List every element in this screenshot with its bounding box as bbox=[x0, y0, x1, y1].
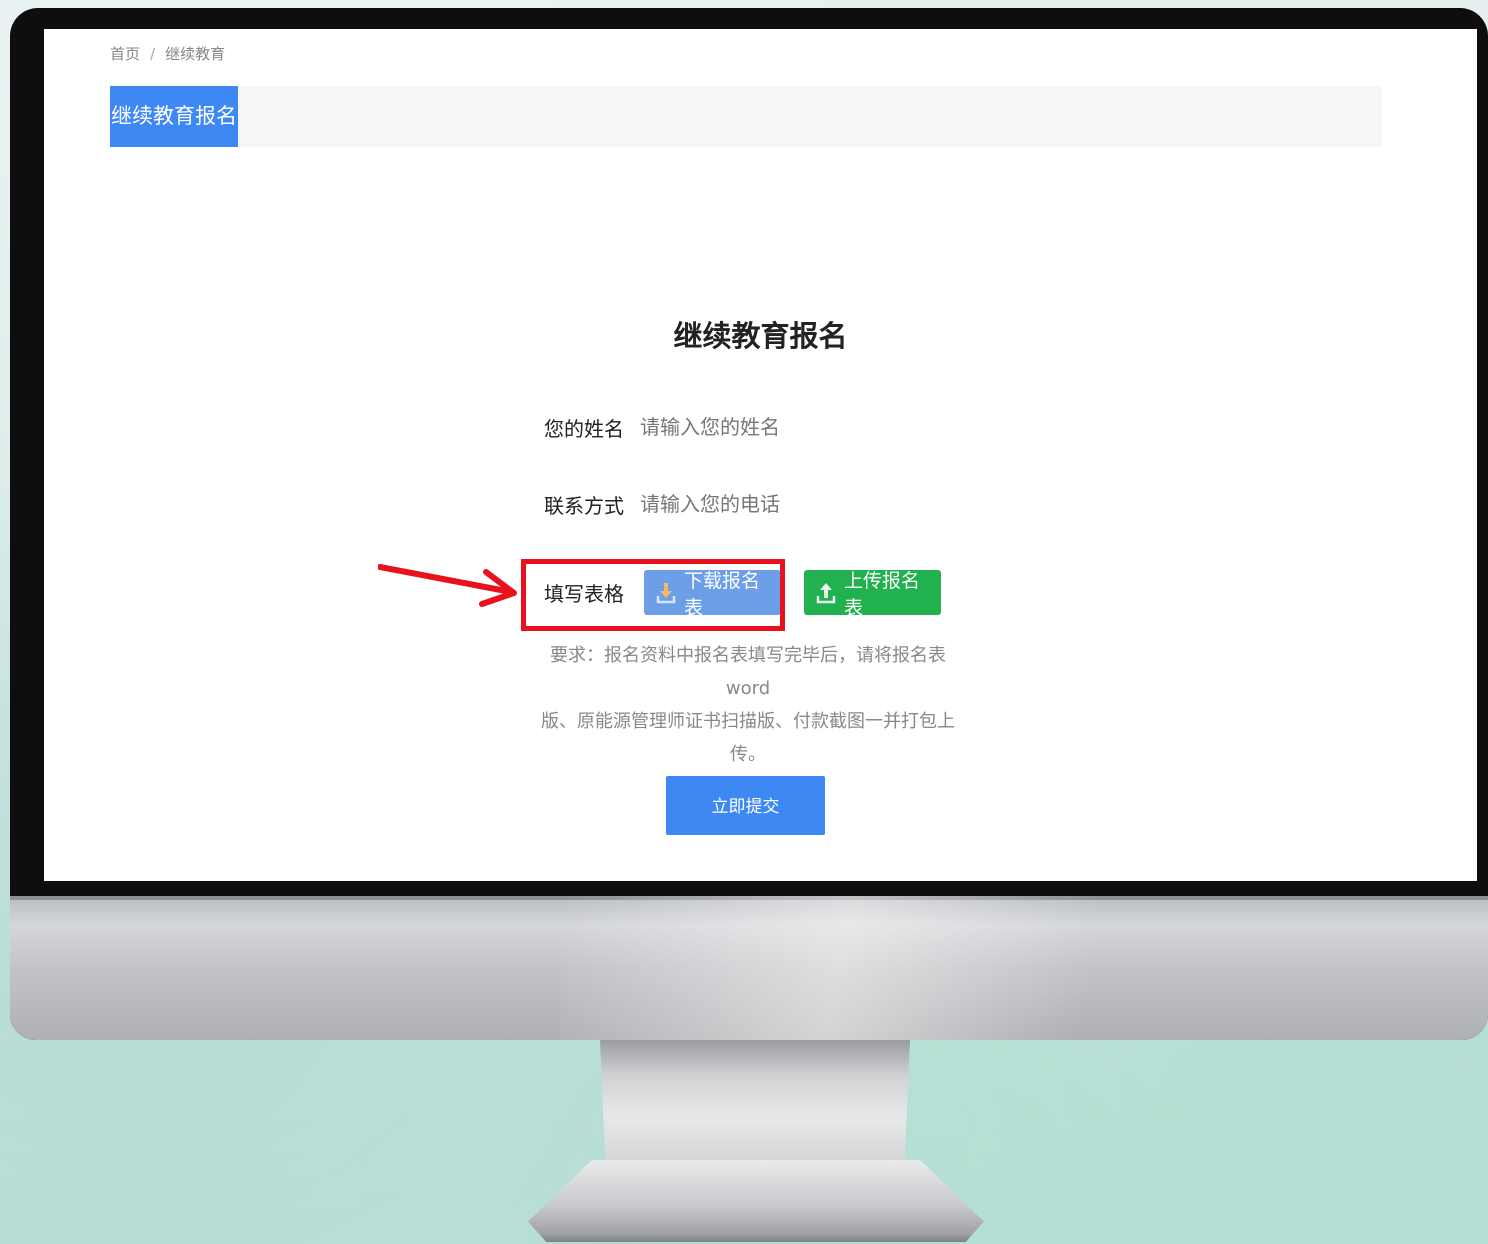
breadcrumb-current[interactable]: 继续教育 bbox=[165, 45, 225, 63]
breadcrumb-separator: / bbox=[150, 45, 156, 63]
monitor-stand-base bbox=[528, 1160, 984, 1242]
tab-bar: 继续教育报名 bbox=[110, 86, 1382, 147]
requirement-note: 要求：报名资料中报名表填写完毕后，请将报名表word 版、原能源管理师证书扫描版… bbox=[528, 639, 968, 771]
phone-label: 联系方式 bbox=[544, 493, 624, 518]
tab-continuing-education-registration[interactable]: 继续教育报名 bbox=[110, 86, 238, 147]
monitor-frame: 首页/继续教育 继续教育报名 继续教育报名 您的姓名 联系方式 填写表格 bbox=[10, 8, 1488, 1040]
breadcrumb: 首页 / 继续教育 bbox=[110, 43, 225, 64]
breadcrumb-home[interactable]: 首页 bbox=[110, 45, 140, 63]
submit-button[interactable]: 立即提交 bbox=[666, 776, 825, 835]
monitor-chin bbox=[10, 896, 1488, 1040]
upload-form-button[interactable]: 上传报名表 bbox=[804, 570, 941, 619]
browser-screen: 首页/继续教育 继续教育报名 继续教育报名 您的姓名 联系方式 填写表格 bbox=[44, 29, 1477, 881]
name-label: 您的姓名 bbox=[544, 416, 624, 441]
name-row: 您的姓名 bbox=[544, 407, 960, 447]
name-input[interactable] bbox=[626, 415, 960, 439]
form-title: 继续教育报名 bbox=[673, 319, 848, 353]
red-arrow-icon bbox=[378, 564, 517, 607]
chin-shine bbox=[560, 896, 1260, 1040]
monitor-stand-neck bbox=[600, 1040, 910, 1180]
requirement-note-line1: 要求：报名资料中报名表填写完毕后，请将报名表word bbox=[550, 645, 946, 699]
requirement-note-line2: 版、原能源管理师证书扫描版、付款截图一并打包上传。 bbox=[541, 711, 955, 765]
phone-row: 联系方式 bbox=[544, 484, 960, 524]
upload-form-label: 上传报名表 bbox=[844, 569, 921, 619]
upload-icon bbox=[816, 582, 836, 604]
phone-input[interactable] bbox=[626, 492, 960, 516]
highlight-box bbox=[521, 559, 785, 631]
